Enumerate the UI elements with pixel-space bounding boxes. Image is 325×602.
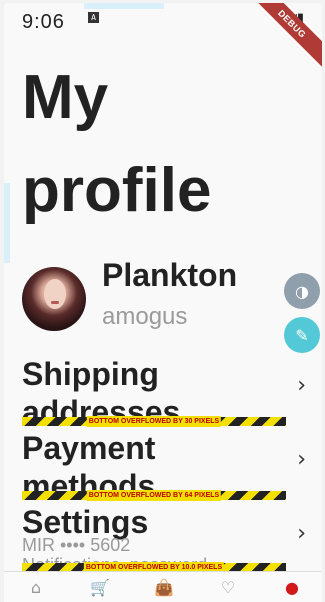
payment-subtitle: MIR •••• 5602	[22, 535, 131, 555]
overflow-warning: BOTTOM OVERFLOWED BY 64 PIXELS	[22, 490, 286, 501]
profile-handle: amogus	[102, 303, 188, 330]
avatar[interactable]	[22, 267, 86, 331]
profile-icon[interactable]: ●	[278, 576, 306, 598]
app-screen: 9:06 A ▾◢▮ DEBUG My profile Plankton amo…	[4, 3, 322, 602]
overflow-warning: BOTTOM OVERFLOWED BY 30 PIXELS	[22, 416, 286, 427]
color-picker-button[interactable]: ✎	[284, 317, 320, 353]
chevron-right-icon: ›	[297, 373, 306, 398]
contrast-icon: ◑	[295, 281, 309, 301]
theme-toggle-button[interactable]: ◑	[284, 273, 320, 309]
notification-icon: A	[88, 12, 99, 23]
cart-icon[interactable]: 🛒	[86, 576, 114, 598]
profile-name: Plankton	[102, 257, 238, 293]
avatar-lips	[51, 301, 59, 304]
bottom-navigation: ⌂ 🛒 👜 ♡ ●	[4, 571, 322, 602]
status-time: 9:06	[22, 11, 65, 33]
avatar-face	[44, 279, 66, 309]
page-title: My profile	[22, 63, 212, 225]
background-shape	[4, 183, 10, 263]
chevron-right-icon: ›	[297, 447, 306, 472]
heart-icon[interactable]: ♡	[214, 576, 242, 598]
bag-icon[interactable]: 👜	[150, 576, 178, 598]
chevron-right-icon: ›	[297, 521, 306, 546]
overflow-text: BOTTOM OVERFLOWED BY 64 PIXELS	[86, 490, 222, 501]
overflow-text: BOTTOM OVERFLOWED BY 30 PIXELS	[86, 416, 222, 427]
home-icon[interactable]: ⌂	[22, 576, 50, 598]
eyedropper-icon: ✎	[295, 325, 309, 345]
